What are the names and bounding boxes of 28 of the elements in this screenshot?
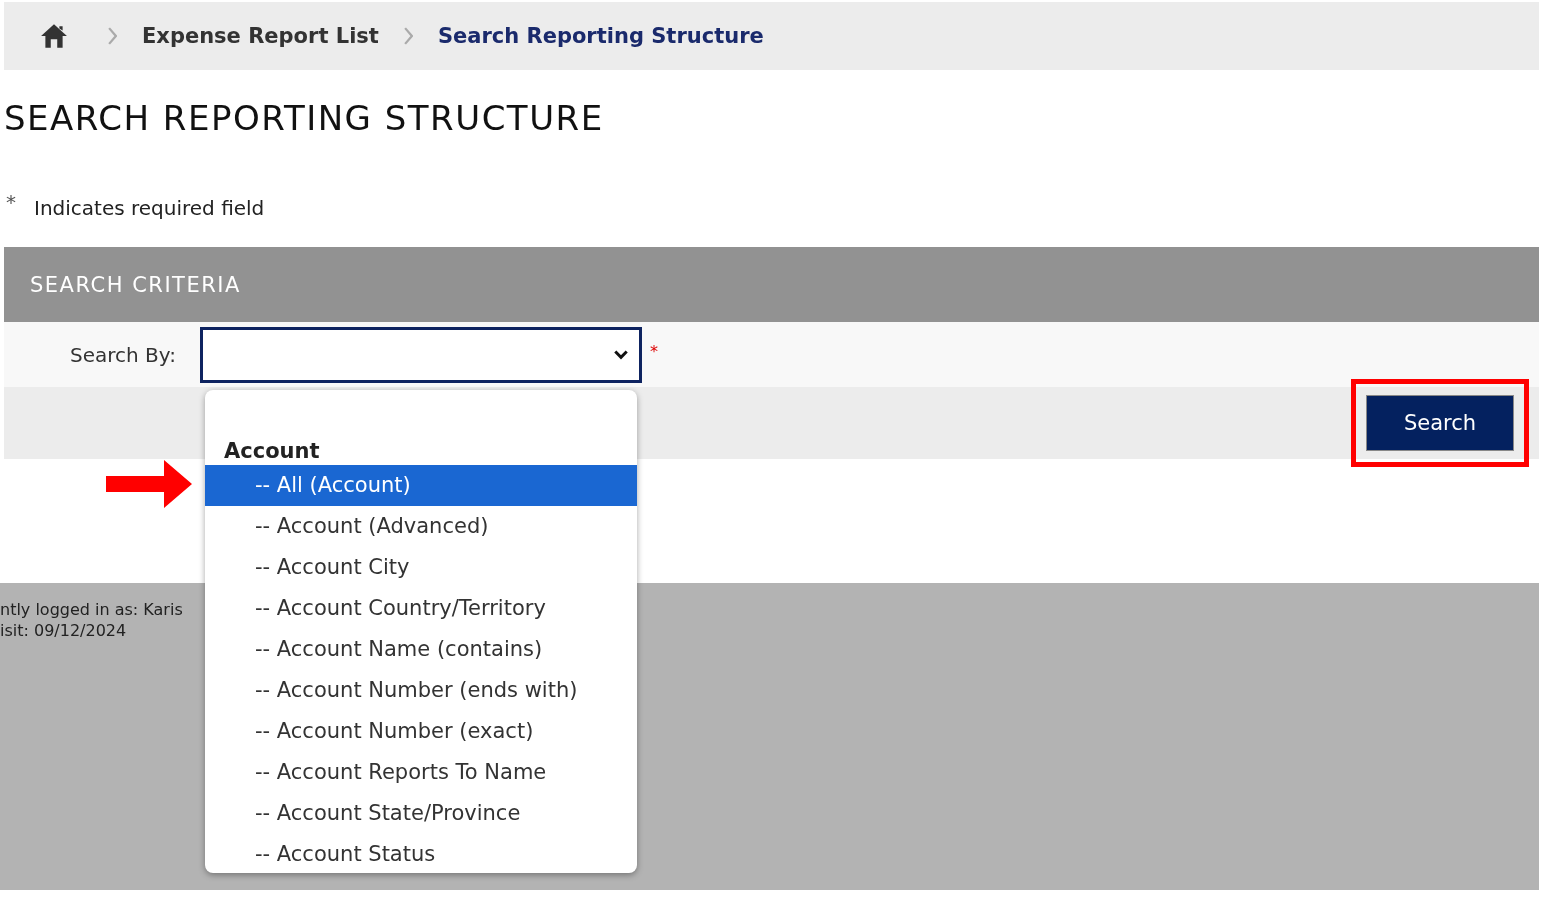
dropdown-option[interactable]: -- Account Status — [205, 834, 637, 873]
dropdown-option[interactable]: -- Account Number (exact) — [205, 711, 637, 752]
dropdown-option[interactable]: -- Account State/Province — [205, 793, 637, 834]
option-group-label: Account — [223, 438, 321, 465]
dropdown-option[interactable]: -- Account Name (contains) — [205, 629, 637, 670]
dropdown-option[interactable]: -- Account City — [205, 547, 637, 588]
search-button[interactable]: Search — [1366, 395, 1514, 451]
required-note: Indicates required field — [34, 196, 265, 220]
chevron-icon — [108, 27, 117, 45]
dropdown-option[interactable]: -- All (Account) — [205, 465, 637, 506]
footer-text: ntly logged in as: Karis — [0, 599, 183, 620]
home-icon[interactable] — [40, 23, 68, 49]
arrow-icon — [106, 460, 192, 508]
caret-icon — [613, 348, 629, 361]
footer-text: isit: 09/12/2024 — [0, 620, 127, 641]
required-mark: * — [650, 342, 658, 361]
required-mark: * — [6, 190, 16, 214]
section-title: SEARCH CRITERIA — [30, 272, 241, 297]
chevron-icon — [403, 27, 413, 45]
field-label: Search By: — [70, 342, 177, 367]
dropdown-option[interactable]: -- Account Reports To Name — [205, 752, 637, 793]
breadcrumb-link[interactable]: Search Reporting Structure — [437, 24, 764, 48]
dropdown-option[interactable]: -- Account (Advanced) — [205, 506, 637, 547]
dropdown-option[interactable]: -- Account Country/Territory — [205, 588, 637, 629]
dropdown-option[interactable]: -- Account Number (ends with) — [205, 670, 637, 711]
breadcrumb-link[interactable]: Expense Report List — [142, 24, 379, 48]
select-field[interactable] — [200, 326, 642, 383]
page-title: SEARCH REPORTING STRUCTURE — [4, 98, 605, 138]
